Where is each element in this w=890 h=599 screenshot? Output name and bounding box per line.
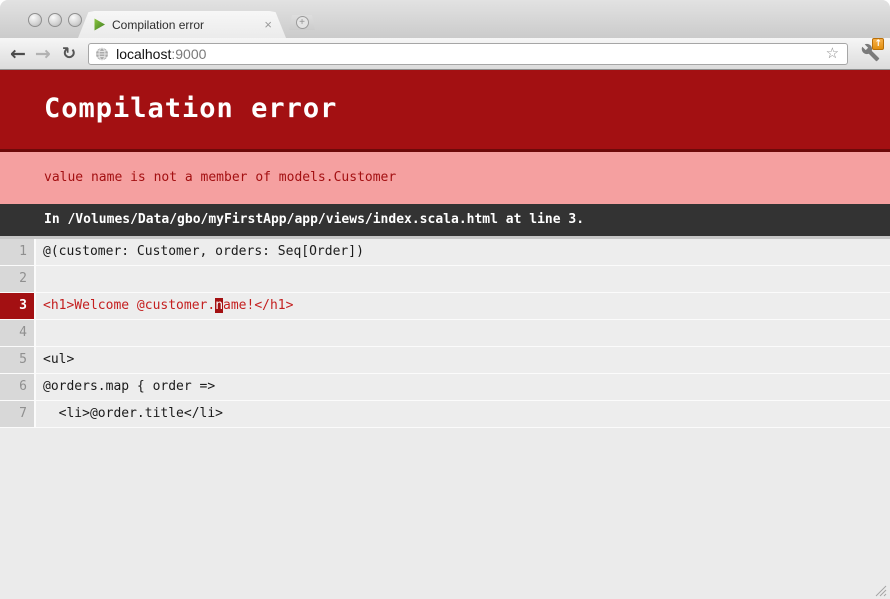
resize-grip-icon[interactable] <box>872 582 887 597</box>
line-number: 7 <box>0 401 36 427</box>
wrench-menu-button[interactable]: ↑ <box>856 42 884 66</box>
back-button[interactable]: ← <box>10 43 26 65</box>
url-port: :9000 <box>171 46 206 62</box>
line-number: 6 <box>0 374 36 400</box>
line-number: 3 <box>0 293 36 319</box>
window-close-button[interactable] <box>28 13 42 27</box>
update-badge-icon: ↑ <box>872 38 884 50</box>
source-line: 5 <ul> <box>0 347 890 374</box>
source-line: 1 @(customer: Customer, orders: Seq[Orde… <box>0 239 890 266</box>
tab-strip: Compilation error × + <box>0 0 890 38</box>
browser-window: Compilation error × + ← → ↻ localhost:90… <box>0 0 890 599</box>
page-title: Compilation error <box>0 70 890 152</box>
bookmark-star-icon[interactable]: ☆ <box>826 46 839 61</box>
line-content <box>36 320 890 346</box>
line-number: 2 <box>0 266 36 292</box>
reload-button[interactable]: ↻ <box>62 44 76 64</box>
window-minimize-button[interactable] <box>48 13 62 27</box>
line-number: 5 <box>0 347 36 373</box>
forward-button[interactable]: → <box>35 43 51 65</box>
tab-title: Compilation error <box>112 18 264 32</box>
tab-close-icon[interactable]: × <box>264 18 272 31</box>
source-listing: 1 @(customer: Customer, orders: Seq[Orde… <box>0 239 890 428</box>
line-content: @(customer: Customer, orders: Seq[Order]… <box>36 239 890 265</box>
error-marker: n <box>215 298 223 313</box>
source-line: 2 <box>0 266 890 293</box>
source-line: 7 <li>@order.title</li> <box>0 401 890 428</box>
window-zoom-button[interactable] <box>68 13 82 27</box>
url-host: localhost <box>116 46 171 62</box>
globe-icon <box>95 47 109 61</box>
new-tab-button[interactable]: + <box>289 15 315 30</box>
line-content: <li>@order.title</li> <box>36 401 890 427</box>
tab-compilation-error[interactable]: Compilation error × <box>78 11 286 38</box>
error-detail-message: value name is not a member of models.Cus… <box>0 152 890 204</box>
line-content: @orders.map { order => <box>36 374 890 400</box>
line-number: 4 <box>0 320 36 346</box>
source-line: 4 <box>0 320 890 347</box>
error-location: In /Volumes/Data/gbo/myFirstApp/app/view… <box>0 204 890 239</box>
address-bar[interactable]: localhost:9000 ☆ <box>88 43 848 65</box>
line-content: <ul> <box>36 347 890 373</box>
plus-icon: + <box>296 16 309 29</box>
navigation-toolbar: ← → ↻ localhost:9000 ☆ ↑ <box>0 38 890 70</box>
line-content <box>36 266 890 292</box>
url-text[interactable]: localhost:9000 <box>116 46 826 62</box>
line-content: <h1>Welcome @customer.name!</h1> <box>36 293 890 319</box>
error-page: Compilation error value name is not a me… <box>0 70 890 599</box>
play-framework-favicon-icon <box>93 18 106 31</box>
source-line: 6 @orders.map { order => <box>0 374 890 401</box>
source-line: 3 <h1>Welcome @customer.name!</h1> <box>0 293 890 320</box>
line-number: 1 <box>0 239 36 265</box>
